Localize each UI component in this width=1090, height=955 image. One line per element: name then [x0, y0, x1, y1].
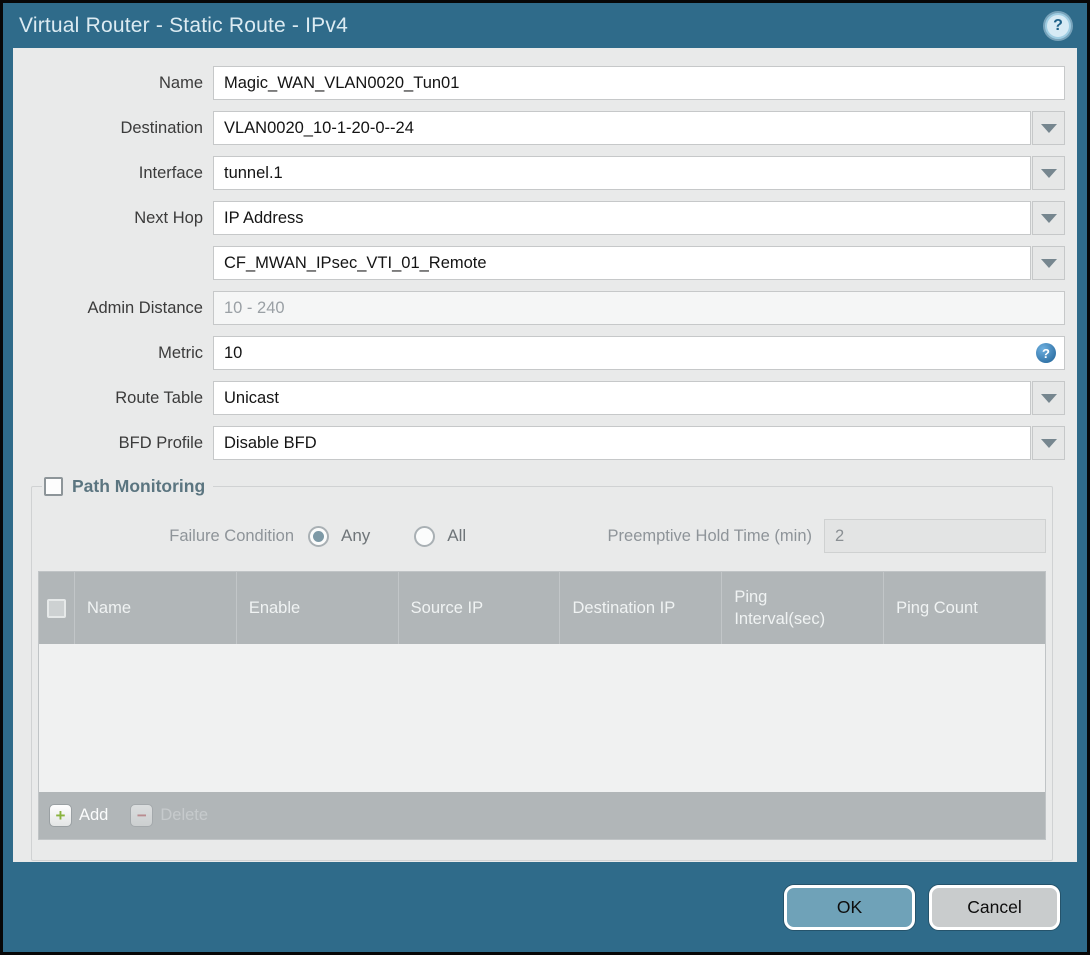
- dialog-footer: OK Cancel: [3, 862, 1087, 952]
- route-table-row: Route Table: [13, 381, 1065, 415]
- metric-input[interactable]: [213, 336, 1065, 370]
- destination-dropdown-button[interactable]: [1032, 111, 1065, 145]
- preemptive-hold-time-label: Preemptive Hold Time (min): [607, 526, 812, 545]
- path-monitoring-section: Path Monitoring Failure Condition Any Al…: [31, 476, 1053, 861]
- dialog-title: Virtual Router - Static Route - IPv4: [19, 13, 348, 37]
- name-row: Name: [13, 66, 1065, 100]
- delete-button-label: Delete: [160, 806, 209, 824]
- add-button[interactable]: + Add: [49, 804, 108, 827]
- chevron-down-icon: [1040, 123, 1057, 133]
- failure-condition-radio-group: Any All: [308, 525, 467, 547]
- interface-label: Interface: [138, 163, 203, 182]
- bfd-profile-dropdown-button[interactable]: [1032, 426, 1065, 460]
- chevron-down-icon: [1040, 393, 1057, 403]
- interface-input[interactable]: [213, 156, 1031, 190]
- cancel-button[interactable]: Cancel: [929, 884, 1060, 930]
- interface-dropdown-button[interactable]: [1032, 156, 1065, 190]
- chevron-down-icon: [1040, 258, 1057, 268]
- chevron-down-icon: [1040, 213, 1057, 223]
- radio-selected-icon[interactable]: [308, 525, 329, 547]
- table-header-row: Name Enable Source IP Destination IP Pin…: [39, 572, 1045, 644]
- path-monitoring-checkbox[interactable]: [44, 477, 63, 496]
- chevron-down-icon: [1040, 438, 1057, 448]
- admin-distance-label: Admin Distance: [87, 298, 203, 317]
- interface-row: Interface: [13, 156, 1065, 190]
- route-table-input[interactable]: [213, 381, 1031, 415]
- failure-condition-all-option[interactable]: All: [414, 525, 467, 547]
- destination-row: Destination: [13, 111, 1065, 145]
- next-hop-address-input[interactable]: [213, 246, 1031, 280]
- radio-unselected-icon[interactable]: [414, 525, 436, 547]
- next-hop-row: Next Hop: [13, 201, 1065, 235]
- next-hop-label: Next Hop: [134, 208, 203, 227]
- failure-condition-any-option[interactable]: Any: [308, 525, 371, 547]
- failure-condition-all-label: All: [447, 526, 467, 545]
- add-plus-icon: +: [49, 804, 72, 827]
- preemptive-hold-time-input[interactable]: [824, 519, 1046, 553]
- table-footer-bar: + Add − Delete: [39, 792, 1045, 839]
- name-input[interactable]: [213, 66, 1065, 100]
- column-header-enable[interactable]: Enable: [237, 572, 399, 644]
- path-monitoring-legend: Path Monitoring: [42, 476, 213, 497]
- metric-info-icon[interactable]: ?: [1036, 343, 1056, 363]
- column-header-destination-ip[interactable]: Destination IP: [560, 572, 723, 644]
- column-header-ping-interval[interactable]: Ping Interval(sec): [722, 572, 885, 644]
- next-hop-address-row: [13, 246, 1065, 280]
- bfd-profile-label: BFD Profile: [118, 433, 203, 452]
- select-all-column-header: [39, 572, 75, 644]
- column-header-source-ip[interactable]: Source IP: [399, 572, 561, 644]
- add-button-label: Add: [79, 806, 109, 824]
- next-hop-address-dropdown-button[interactable]: [1032, 246, 1065, 280]
- name-label: Name: [158, 73, 203, 92]
- chevron-down-icon: [1040, 168, 1057, 178]
- metric-label: Metric: [158, 343, 203, 362]
- failure-condition-label: Failure Condition: [169, 526, 294, 545]
- dialog-body: Name Destination Interface: [13, 48, 1077, 862]
- title-bar: Virtual Router - Static Route - IPv4 ?: [3, 3, 1087, 48]
- table-body-empty[interactable]: [39, 644, 1045, 792]
- delete-minus-icon: −: [130, 804, 154, 827]
- dialog-window: Virtual Router - Static Route - IPv4 ? N…: [0, 0, 1090, 955]
- select-all-checkbox[interactable]: [47, 598, 66, 618]
- admin-distance-input[interactable]: [213, 291, 1065, 325]
- admin-distance-row: Admin Distance: [13, 291, 1065, 325]
- ok-button[interactable]: OK: [784, 884, 915, 930]
- route-table-dropdown-button[interactable]: [1032, 381, 1065, 415]
- next-hop-type-dropdown-button[interactable]: [1032, 201, 1065, 235]
- destination-label: Destination: [120, 118, 203, 137]
- path-monitoring-table: Name Enable Source IP Destination IP Pin…: [38, 571, 1046, 840]
- route-table-label: Route Table: [115, 388, 203, 407]
- path-monitoring-controls: Failure Condition Any All Preemptive Hol…: [38, 519, 1046, 553]
- column-header-ping-count[interactable]: Ping Count: [884, 572, 1045, 644]
- column-header-name[interactable]: Name: [75, 572, 237, 644]
- help-icon[interactable]: ?: [1045, 12, 1071, 39]
- failure-condition-any-label: Any: [341, 526, 371, 545]
- destination-input[interactable]: [213, 111, 1031, 145]
- bfd-profile-input[interactable]: [213, 426, 1031, 460]
- metric-row: Metric ?: [13, 336, 1065, 370]
- next-hop-type-input[interactable]: [213, 201, 1031, 235]
- path-monitoring-title: Path Monitoring: [72, 476, 206, 496]
- delete-button[interactable]: − Delete: [130, 804, 208, 827]
- bfd-profile-row: BFD Profile: [13, 426, 1065, 460]
